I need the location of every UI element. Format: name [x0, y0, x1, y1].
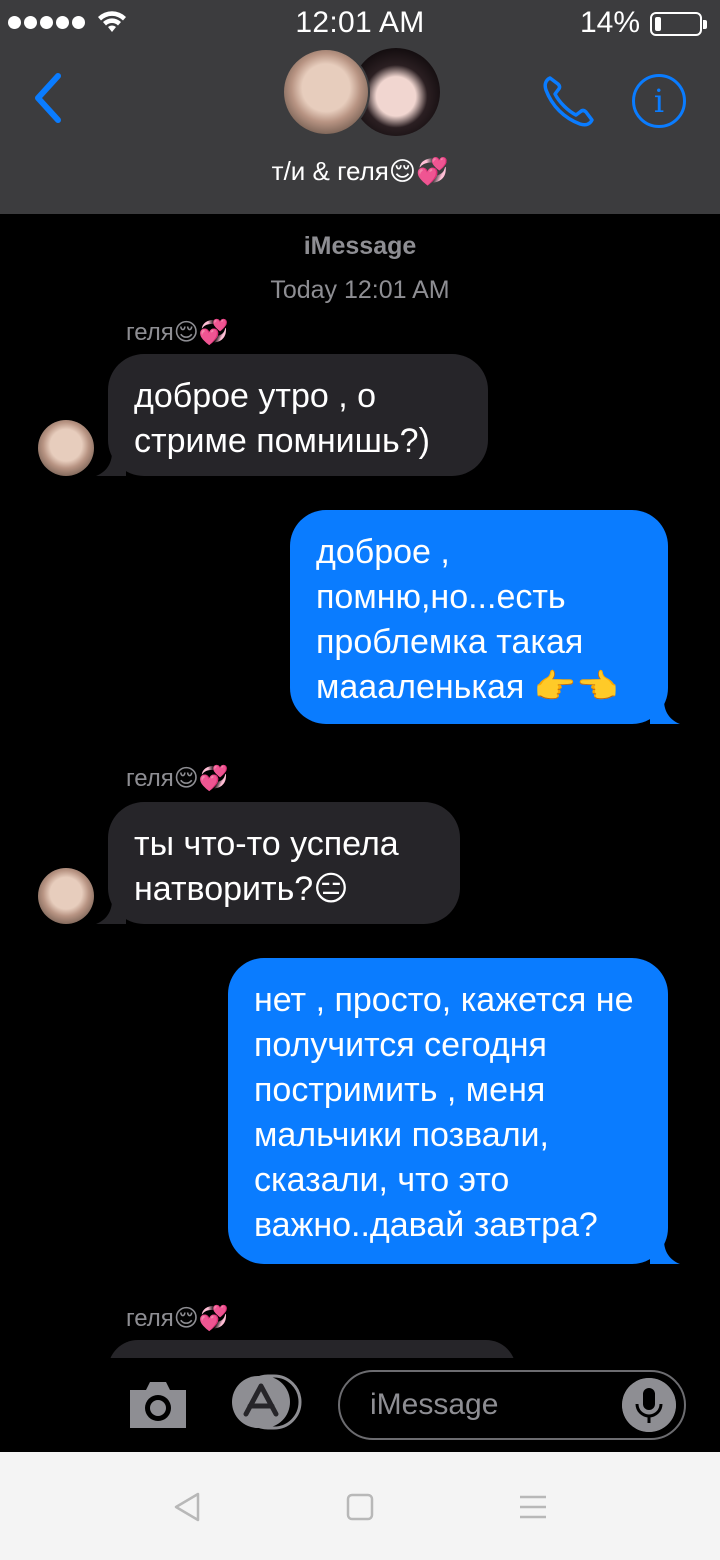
battery-percentage: 14% — [579, 6, 640, 39]
outgoing-message[interactable]: доброе , помню,но...есть проблемка такая… — [290, 510, 680, 724]
message-input-field — [338, 1370, 686, 1440]
sender-name: геля😌💞 — [126, 765, 229, 792]
back-triangle-icon[interactable] — [170, 1490, 204, 1524]
camera-icon[interactable] — [126, 1376, 190, 1432]
avatar — [282, 48, 370, 136]
microphone-icon[interactable] — [622, 1378, 676, 1432]
conversation-header: 12:01 AM 14% т/и & геля😌💞 i — [0, 0, 720, 214]
bubble-tail — [96, 900, 126, 924]
menu-lines-icon[interactable] — [516, 1490, 550, 1524]
status-bar: 12:01 AM 14% — [0, 0, 720, 46]
message-text: ты что-то успела натворить?😑 — [134, 825, 399, 908]
chat-title[interactable]: т/и & геля😌💞 — [0, 156, 720, 187]
phone-icon[interactable] — [540, 72, 598, 130]
info-icon[interactable]: i — [632, 74, 686, 128]
home-square-icon[interactable] — [343, 1490, 377, 1524]
message-text: доброе утро , о стриме помнишь?) — [134, 377, 430, 460]
bubble-tail — [650, 1240, 680, 1264]
compose-bar — [0, 1358, 720, 1452]
incoming-message[interactable]: доброе утро , о стриме помнишь?) — [96, 354, 488, 476]
app-store-icon[interactable] — [230, 1374, 302, 1430]
service-label: iMessage — [303, 232, 417, 260]
message-text: доброе , помню,но...есть проблемка такая… — [316, 533, 619, 706]
bubble-tail — [650, 700, 680, 724]
message-timestamp: Today 12:01 AM — [270, 276, 450, 304]
back-chevron-icon[interactable] — [30, 70, 70, 126]
avatar — [38, 868, 94, 924]
message-text: нет , просто, кажется не получится сегод… — [254, 981, 634, 1244]
outgoing-message[interactable]: нет , просто, кажется не получится сегод… — [228, 958, 680, 1264]
bubble-tail — [96, 452, 126, 476]
incoming-message[interactable]: ты что-то успела натворить?😑 — [96, 802, 460, 924]
battery-icon — [650, 12, 707, 36]
sender-name: геля😌💞 — [126, 1305, 229, 1332]
avatar — [38, 420, 94, 476]
sender-name: геля😌💞 — [126, 319, 229, 346]
message-input[interactable] — [370, 1372, 630, 1438]
group-avatars[interactable] — [282, 48, 440, 138]
system-navigation-bar — [0, 1452, 720, 1560]
